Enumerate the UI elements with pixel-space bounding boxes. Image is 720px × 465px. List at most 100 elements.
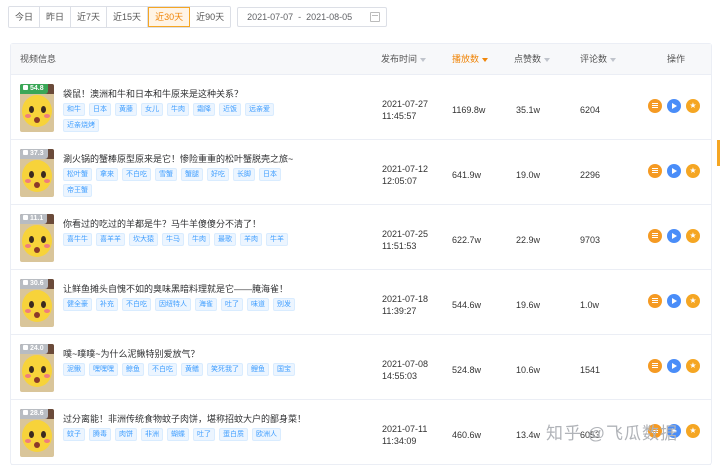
tag[interactable]: 鲤鱼	[247, 363, 269, 376]
video-title[interactable]: 涮火锅的蟹棒原型原来是它！惨险重重的松叶蟹脱壳之旅~	[63, 152, 293, 165]
tag[interactable]: 近亲烧烤	[63, 119, 99, 132]
tag[interactable]: 蚊子	[63, 428, 85, 441]
play-icon[interactable]	[667, 359, 681, 373]
favorite-star-icon[interactable]	[686, 99, 700, 113]
tag[interactable]: 不白吃	[122, 168, 151, 181]
play-icon[interactable]	[667, 99, 681, 113]
tag[interactable]: 蟹腿	[181, 168, 203, 181]
favorite-star-icon[interactable]	[686, 359, 700, 373]
favorite-star-icon[interactable]	[686, 294, 700, 308]
score-badge: 37.3	[20, 149, 48, 159]
tag[interactable]: 嘿嘿嘿	[89, 363, 118, 376]
table-row[interactable]: 37.3 涮火锅的蟹棒原型原来是它！惨险重重的松叶蟹脱壳之旅~ 松叶蟹 拿来 不白吃…	[11, 140, 711, 205]
tag[interactable]: 吐了	[221, 298, 243, 311]
tag[interactable]: 牛马	[162, 233, 184, 246]
tag[interactable]: 肉饼	[115, 428, 137, 441]
tag[interactable]: 远亲爱	[245, 103, 274, 116]
date-range-picker[interactable]: 2021-07-07 - 2021-08-05	[237, 7, 388, 27]
col-comments[interactable]: 评论数	[580, 44, 617, 74]
publish-time: 2021-07-25 11:51:53	[382, 228, 428, 252]
tag[interactable]: 雪蟹	[155, 168, 177, 181]
tag[interactable]: 海雀	[195, 298, 217, 311]
video-title[interactable]: 你看过的吃过的羊都是牛？马牛羊傻傻分不清了！	[63, 217, 261, 230]
favorite-star-icon[interactable]	[686, 164, 700, 178]
detail-list-icon[interactable]	[648, 99, 662, 113]
tag-list: 喜牛牛 喜羊羊 坎大猿 牛马 牛肉 最歌 羊肉 牛羊	[63, 233, 313, 249]
range-15d-button[interactable]: 近15天	[107, 7, 149, 27]
tag[interactable]: 近饭	[219, 103, 241, 116]
play-icon[interactable]	[667, 164, 681, 178]
tag[interactable]: 健全豪	[63, 298, 92, 311]
tag[interactable]: 喜羊羊	[96, 233, 125, 246]
range-7d-button[interactable]: 近7天	[71, 7, 108, 27]
tag[interactable]: 牛肉	[188, 233, 210, 246]
table-row[interactable]: 30.6 让鲜鱼摊头自愧不如的臭味黑暗料理就是它——腌海雀！ 健全豪 补充 不白吃因…	[11, 270, 711, 335]
video-title[interactable]: 让鲜鱼摊头自愧不如的臭味黑暗料理就是它——腌海雀！	[63, 282, 288, 295]
detail-list-icon[interactable]	[648, 229, 662, 243]
tag[interactable]: 日本	[259, 168, 281, 181]
play-icon[interactable]	[667, 229, 681, 243]
range-yesterday-button[interactable]: 昨日	[40, 7, 72, 27]
video-title[interactable]: 噗~噗噗~为什么泥鳅特别爱放气？	[63, 347, 200, 360]
tag[interactable]: 笑死我了	[207, 363, 243, 376]
video-title[interactable]: 袋鼠！澳洲和牛和日本和牛原来是这种关系？	[63, 87, 243, 100]
tag[interactable]: 好吃	[207, 168, 229, 181]
tag[interactable]: 非洲	[141, 428, 163, 441]
calendar-icon[interactable]	[370, 12, 381, 22]
tag[interactable]: 味道	[247, 298, 269, 311]
tag[interactable]: 日本	[89, 103, 111, 116]
tag[interactable]: 黄鳝	[181, 363, 203, 376]
tag[interactable]: 国宝	[273, 363, 295, 376]
tag[interactable]: 吐了	[193, 428, 215, 441]
tag[interactable]: 帝王蟹	[63, 184, 92, 197]
col-likes[interactable]: 点赞数	[514, 44, 551, 74]
tag[interactable]: 女儿	[141, 103, 163, 116]
favorite-star-icon[interactable]	[686, 424, 700, 438]
col-publish-time[interactable]: 发布时间	[381, 44, 427, 74]
tag[interactable]: 羊肉	[240, 233, 262, 246]
table-row[interactable]: 54.8 袋鼠！澳洲和牛和日本和牛原来是这种关系？ 和牛 日本 黄藤 女儿 牛肉 霜降 近饭…	[11, 75, 711, 140]
tag[interactable]: 松叶蟹	[63, 168, 92, 181]
tag[interactable]: 因纽特人	[155, 298, 191, 311]
tag[interactable]: 泥鳅	[63, 363, 85, 376]
tag[interactable]: 补充	[96, 298, 118, 311]
watermark: 知乎 @飞瓜数据	[546, 424, 678, 443]
col-plays[interactable]: 播放数	[452, 44, 489, 74]
video-title[interactable]: 过分离能！非洲传统食物蚊子肉饼，堪称招蚊大户的鄙身菜！	[63, 412, 306, 425]
comments-value: 1541	[580, 365, 601, 375]
detail-list-icon[interactable]	[648, 359, 662, 373]
sort-caret-icon	[420, 57, 427, 62]
tag[interactable]: 黄藤	[115, 103, 137, 116]
plays-value: 622.7w	[452, 235, 482, 245]
tag[interactable]: 牛羊	[266, 233, 288, 246]
tag[interactable]: 霜降	[193, 103, 215, 116]
play-icon[interactable]	[667, 294, 681, 308]
table-row[interactable]: 24.0 噗~噗噗~为什么泥鳅特别爱放气？ 泥鳅 嘿嘿嘿 鲸鱼 不白吃 黄鳝 笑死我了 鲤鱼…	[11, 335, 711, 400]
tag[interactable]: 长脚	[233, 168, 255, 181]
tag[interactable]: 牛肉	[167, 103, 189, 116]
tag[interactable]: 不白吃	[122, 298, 151, 311]
detail-list-icon[interactable]	[648, 294, 662, 308]
likes-value: 35.1w	[516, 105, 541, 115]
table-row[interactable]: 11.1 你看过的吃过的羊都是牛？马牛羊傻傻分不清了！ 喜牛牛 喜羊羊 坎大猿 牛马牛…	[11, 205, 711, 270]
range-90d-button[interactable]: 近90天	[190, 7, 231, 27]
tag[interactable]: 拿来	[96, 168, 118, 181]
tag[interactable]: 蛋白质	[219, 428, 248, 441]
detail-list-icon[interactable]	[648, 164, 662, 178]
tag[interactable]: 鲸鱼	[122, 363, 144, 376]
range-today-button[interactable]: 今日	[9, 7, 41, 27]
tag[interactable]: 坎大猿	[129, 233, 158, 246]
tag[interactable]: 蝴蝶	[167, 428, 189, 441]
tag[interactable]: 别发	[273, 298, 295, 311]
publish-date: 2021-07-08	[382, 359, 429, 369]
publish-date: 2021-07-12	[382, 164, 429, 174]
tag[interactable]: 欧洲人	[252, 428, 281, 441]
range-30d-button[interactable]: 近30天	[148, 7, 191, 27]
tag[interactable]: 和牛	[63, 103, 85, 116]
tag[interactable]: 腾毒	[89, 428, 111, 441]
favorite-star-icon[interactable]	[686, 229, 700, 243]
tag[interactable]: 不白吃	[148, 363, 177, 376]
score-value: 28.6	[30, 410, 44, 417]
tag[interactable]: 喜牛牛	[63, 233, 92, 246]
tag[interactable]: 最歌	[214, 233, 236, 246]
